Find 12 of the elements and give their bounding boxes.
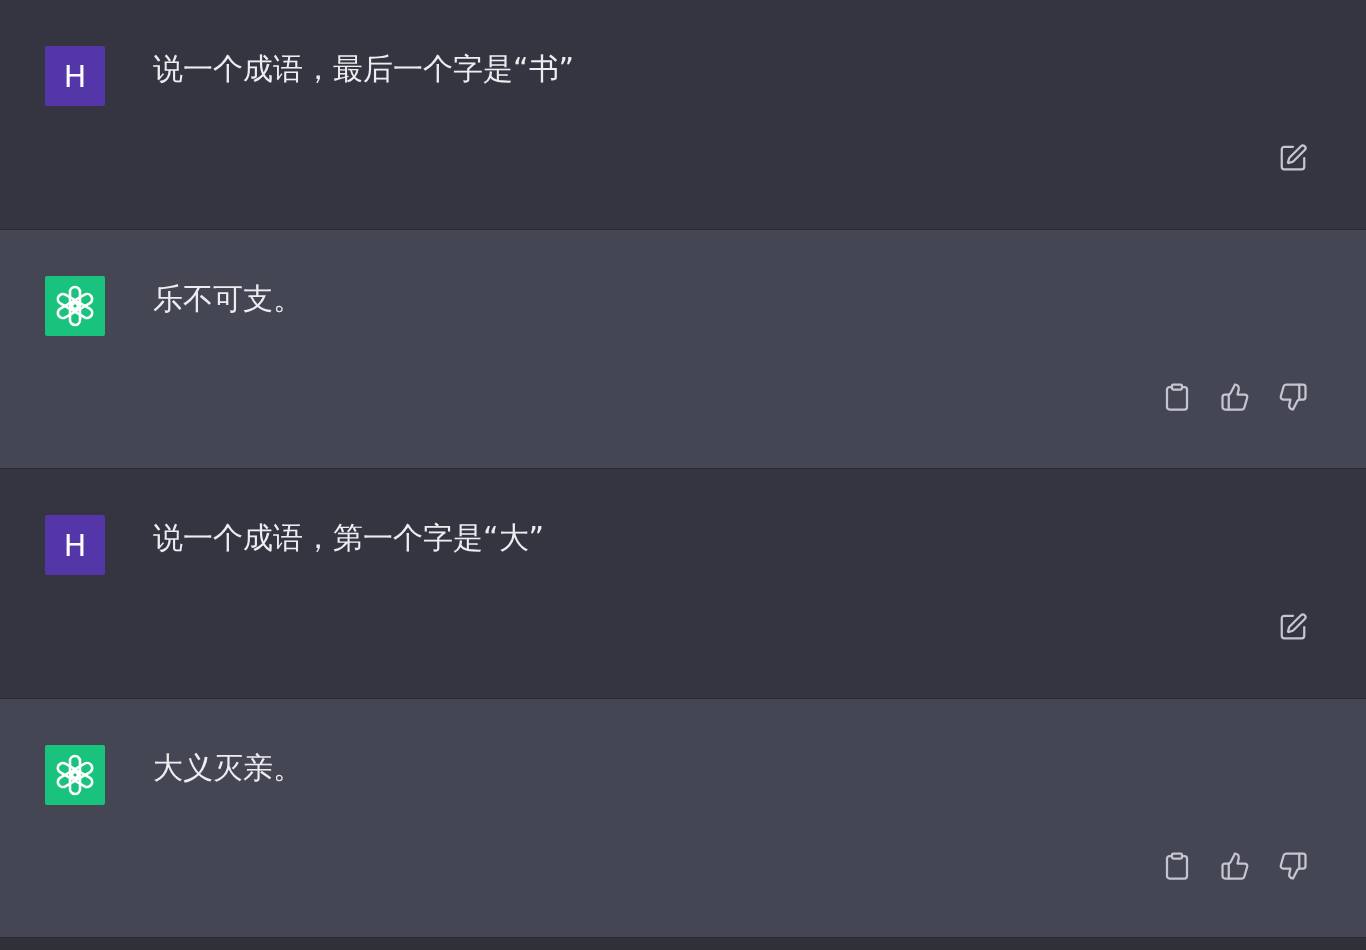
message-text: 乐不可支。 (153, 280, 303, 314)
thumbs-up-icon[interactable] (1220, 851, 1250, 881)
thumbs-up-icon[interactable] (1220, 382, 1250, 412)
message-text: 说一个成语，第一个字是“大” (153, 519, 545, 553)
thumbs-down-icon[interactable] (1278, 851, 1308, 881)
edit-icon[interactable] (1278, 143, 1308, 173)
user-avatar: H (45, 46, 105, 106)
user-avatar: H (45, 515, 105, 575)
thumbs-down-icon[interactable] (1278, 382, 1308, 412)
message-text: 大义灭亲。 (153, 749, 303, 783)
message-text: 说一个成语，最后一个字是“书” (153, 50, 575, 84)
edit-icon[interactable] (1278, 612, 1308, 642)
